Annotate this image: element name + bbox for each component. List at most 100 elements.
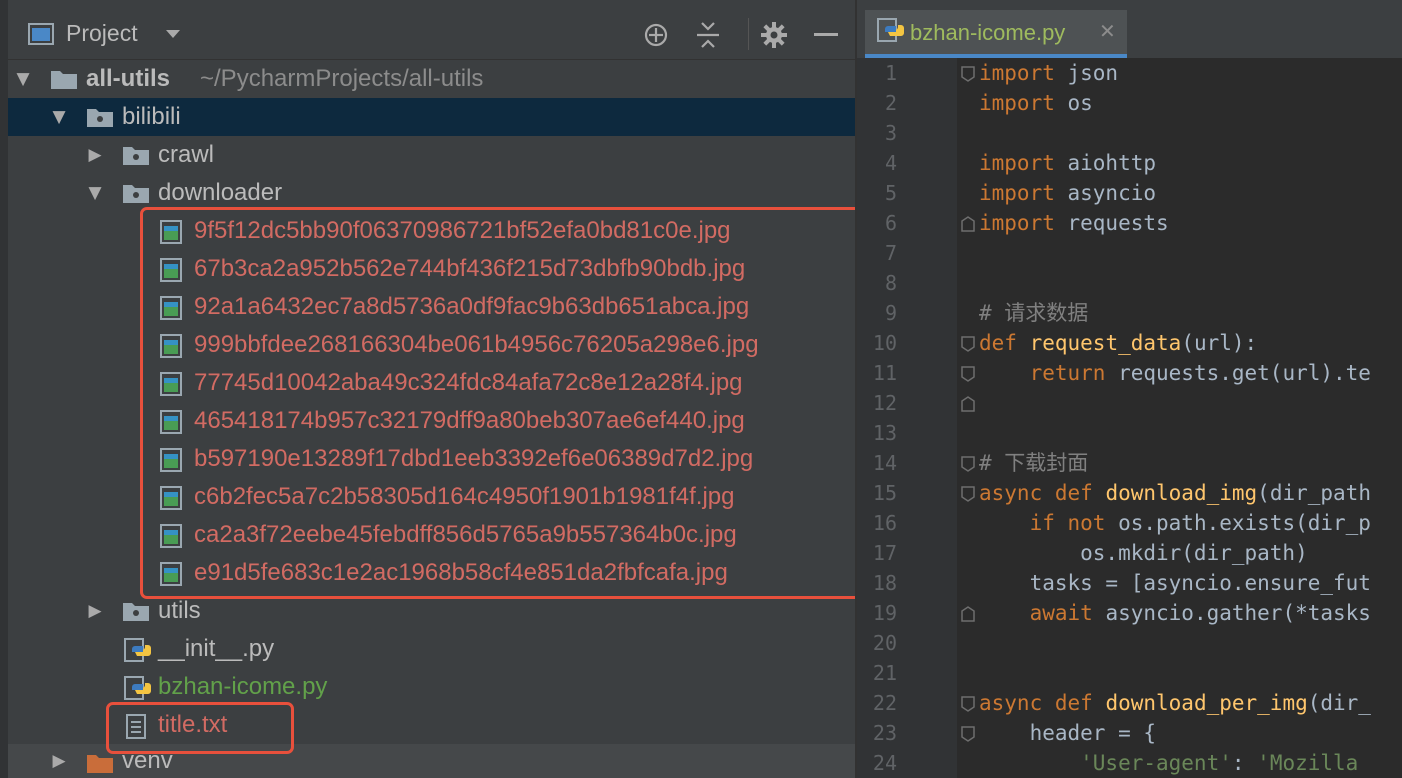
line-number: 18: [872, 571, 897, 595]
line-number: 13: [872, 421, 897, 445]
toolbar-separator: [748, 18, 749, 50]
collapse-arrow-icon[interactable]: ▶: [86, 146, 104, 164]
code-line-14: # 下载封面: [979, 451, 1089, 475]
image-file-icon: [160, 486, 182, 514]
folder-label: bilibili: [122, 103, 181, 130]
image-file-icon: [160, 410, 182, 438]
tree-node-image[interactable]: b597190e13289f17dbd1eeb3392ef6e06389d7d2…: [8, 440, 855, 478]
view-dropdown-icon[interactable]: [166, 30, 180, 39]
image-file-label: b597190e13289f17dbd1eeb3392ef6e06389d7d2…: [194, 445, 754, 472]
collapse-arrow-icon[interactable]: ▶: [86, 602, 104, 620]
image-file-label: 9f5f12dc5bb90f06370986721bf52efa0bd81c0e…: [194, 217, 731, 244]
image-file-icon: [160, 372, 182, 400]
line-number: 24: [872, 751, 897, 775]
project-header: Project: [8, 8, 855, 60]
tree-node-bzhan-icome-py[interactable]: bzhan-icome.py: [8, 668, 855, 706]
file-label: __init__.py: [158, 635, 275, 662]
code-line-24: 'User-agent': 'Mozilla: [979, 751, 1359, 775]
tree-node-image[interactable]: 92a1a6432ec7a8d5736a0df9fac9b63db651abca…: [8, 288, 855, 326]
expand-arrow-icon[interactable]: ▼: [50, 108, 68, 126]
line-number: 20: [872, 631, 897, 655]
tree-node-bilibili[interactable]: ▼ bilibili: [8, 98, 855, 136]
code-line-22: async def download_per_img(dir_: [979, 691, 1371, 715]
code-line-19: await asyncio.gather(*tasks: [979, 601, 1371, 625]
folder-label: downloader: [158, 179, 283, 206]
code-line-6: import requests: [979, 211, 1169, 235]
line-number: 15: [872, 481, 897, 505]
image-file-icon: [160, 220, 182, 248]
gear-icon[interactable]: [760, 21, 788, 49]
line-number: 10: [872, 331, 897, 355]
line-number: 8: [884, 271, 897, 295]
line-number: 7: [884, 241, 897, 265]
tree-node-image[interactable]: 999bbfdee268166304be061b4956c76205a298e6…: [8, 326, 855, 364]
line-number: 17: [872, 541, 897, 565]
image-file-label: 77745d10042aba49c324fdc84afa72c8e12a28f4…: [194, 369, 743, 396]
code-line-2: import os: [979, 91, 1093, 115]
image-file-label: e91d5fe683c1e2ac1968b58cf4e851da2fbfcafa…: [194, 559, 728, 586]
file-label: title.txt: [158, 711, 228, 738]
image-file-icon: [160, 562, 182, 590]
image-file-label: 465418174b957c32179dff9a80beb307ae6ef440…: [194, 407, 745, 434]
line-number: 16: [872, 511, 897, 535]
line-number: 14: [872, 451, 897, 475]
package-folder-icon: [122, 144, 150, 170]
tab-bzhan-icome-py[interactable]: bzhan-icome.py ✕: [865, 10, 1127, 54]
tree-node-image[interactable]: e91d5fe683c1e2ac1968b58cf4e851da2fbfcafa…: [8, 554, 855, 592]
tree-node-downloader[interactable]: ▼ downloader: [8, 174, 855, 212]
image-file-icon: [160, 296, 182, 324]
tree-node-init-py[interactable]: __init__.py: [8, 630, 855, 668]
image-file-label: 999bbfdee268166304be061b4956c76205a298e6…: [194, 331, 759, 358]
package-folder-icon: [122, 600, 150, 626]
code-line-17: os.mkdir(dir_path): [979, 541, 1308, 565]
root-path-label: ~/PycharmProjects/all-utils: [200, 65, 484, 92]
collapse-all-icon[interactable]: [695, 20, 721, 50]
folder-label: utils: [158, 597, 201, 624]
code-line-5: import asyncio: [979, 181, 1157, 205]
tree-node-image[interactable]: 9f5f12dc5bb90f06370986721bf52efa0bd81c0e…: [8, 212, 855, 250]
tree-node-image[interactable]: 67b3ca2a952b562e744bf436f215d73dbfb90bdb…: [8, 250, 855, 288]
text-file-icon: [126, 714, 148, 744]
line-number: 11: [872, 361, 897, 385]
tree-node-utils[interactable]: ▶ utils: [8, 592, 855, 630]
image-file-label: ca2a3f72eebe45febdff856d5765a9b557364b0c…: [194, 521, 737, 548]
code-area[interactable]: import json import os import aiohttp imp…: [957, 58, 1402, 778]
tree-node-crawl[interactable]: ▶ crawl: [8, 136, 855, 174]
collapse-arrow-icon[interactable]: ▶: [50, 752, 68, 770]
line-number: 22: [872, 691, 897, 715]
tree-node-image[interactable]: c6b2fec5a7c2b58305d164c4950f1901b1981f4f…: [8, 478, 855, 516]
expand-arrow-icon[interactable]: ▼: [14, 70, 32, 88]
code-line-18: tasks = [asyncio.ensure_fut: [979, 571, 1371, 595]
tab-label: bzhan-icome.py: [910, 20, 1066, 45]
tree-node-title-txt[interactable]: title.txt: [8, 706, 855, 744]
code-line-1: import json: [979, 61, 1119, 85]
file-label: bzhan-icome.py: [158, 673, 328, 700]
line-number: 19: [872, 601, 897, 625]
line-number: 6: [884, 211, 897, 235]
line-number: 1: [884, 61, 897, 85]
package-folder-icon: [122, 182, 150, 208]
tree-node-image[interactable]: ca2a3f72eebe45febdff856d5765a9b557364b0c…: [8, 516, 855, 554]
tree-node-image[interactable]: 465418174b957c32179dff9a80beb307ae6ef440…: [8, 402, 855, 440]
tree-node-root[interactable]: ▼ all-utils ~/PycharmProjects/all-utils: [8, 60, 855, 98]
code-line-16: if not os.path.exists(dir_p: [979, 511, 1371, 535]
image-file-icon: [160, 334, 182, 362]
expand-arrow-icon[interactable]: ▼: [86, 184, 104, 202]
root-folder-label: all-utils: [86, 65, 171, 92]
image-file-icon: [160, 448, 182, 476]
folder-label: crawl: [158, 141, 215, 168]
minimize-icon[interactable]: [814, 33, 838, 37]
code-line-10: def request_data(url):: [979, 331, 1258, 355]
line-number: 12: [872, 391, 897, 415]
project-title[interactable]: Project: [66, 20, 138, 47]
project-view-icon: [28, 23, 54, 45]
python-file-icon: [877, 18, 905, 48]
folder-label: venv: [122, 747, 173, 774]
line-number: 5: [884, 181, 897, 205]
line-number: 4: [884, 151, 897, 175]
close-icon[interactable]: ✕: [1099, 19, 1116, 43]
tree-node-image[interactable]: 77745d10042aba49c324fdc84afa72c8e12a28f4…: [8, 364, 855, 402]
tree-node-venv[interactable]: ▶ venv: [8, 744, 855, 778]
crosshair-icon[interactable]: [643, 22, 669, 48]
line-number: 2: [884, 91, 897, 115]
